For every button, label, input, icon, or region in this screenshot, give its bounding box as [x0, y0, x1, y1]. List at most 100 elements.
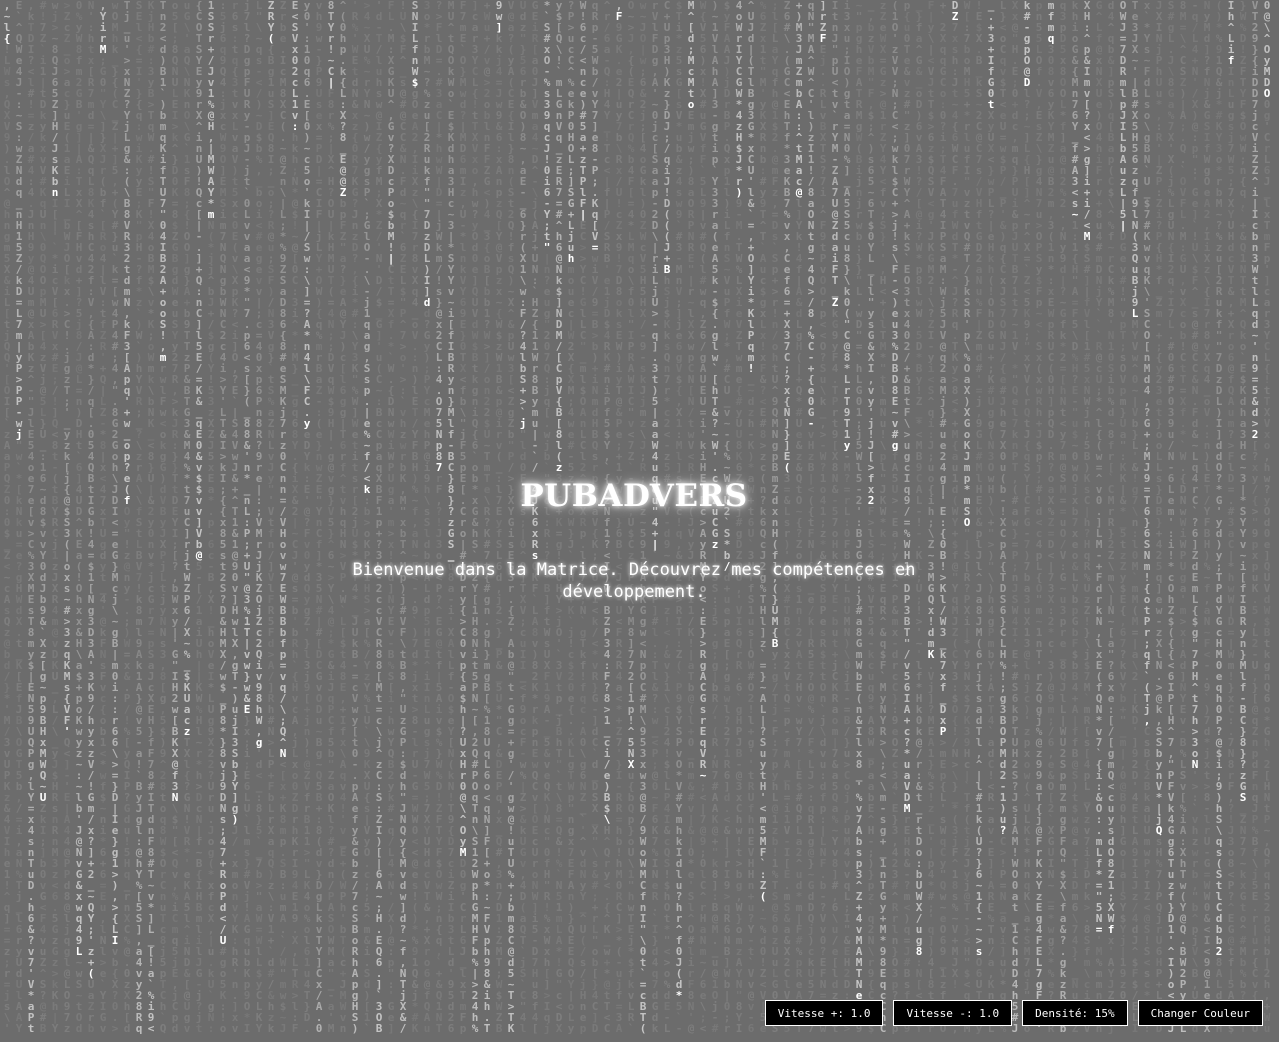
rain-column: V @ a?(y A(C E{Il} 8 n(St 2 Q! f s Q) ~ X ^ & p Uw 3[< Zg Zb…	[505, 0, 517, 1034]
rain-column: Z 6 # \.(G C < Eh Tf * 3 e K B 7% v x, Ce f 6 = + X 3 7 C;? x{N]}…	[781, 0, 793, 1034]
rain-column: >4 ~ X U% ~ r Y N ~) w / y g s P `; Gl O -. \ - j 1 q a g, Ss p. | e%…	[361, 0, 373, 1034]
rain-column: Te 3 J X ~ ' | B # X 5 H 5 6 z q f 9 l N(3 Qu Bj 9 L M Y Vw ^ 0 ~ | Vb}…	[1129, 0, 1141, 1034]
rain-column: L " \ ~ q s - < /) ~ D $ b%, _ b o i < # e g e v v |; c = 4 0 x p 6 Pn 8 R…	[253, 0, 265, 1034]
rain-column: +) M 3 Jm Zm b A:: ^ t Ma c @ l] Yk! 4 f | A & d Lg H(| + Q * # Ue…	[793, 0, 805, 1034]
rain-column: % 6 Zx 1 t " M ' y K X Rn b: # y 9 T ^ T ` Au c $ g x Lx! x F &? < E #8…	[757, 0, 769, 1034]
rain-column: y $[Q \! ` m L Gn Vq _ z E R 7 = # ^ h 6 @ Nk $] N D M /[Cp V{B[8…	[553, 0, 565, 1034]
rain-column: $ y F A A J) j Dr B P. Qx p 1 l) i Lf n S ~ Vu Pf W; *, # C U _ v ~ -…	[721, 0, 733, 1034]
rain-column: F | y \ | < V Jt T $ >6 z $ Q S V < g ' J K G M 2! \? Z I - y i < S ^ q i:…	[925, 0, 937, 1034]
rain-column: ] c a r 3 Y C L{! t T X Vx o, h w? y Od 0 e] Q U Vd W $ Bt k g n i Q{…	[469, 0, 481, 1034]
density-button[interactable]: Densité: 15%	[1022, 1000, 1128, 1026]
rain-column: ) ~1 Vl Ah A] 3- g t i p ` Y 3 3 r a(e A 5 k - ${. g l w `[h T &? ~…	[709, 0, 721, 1034]
rain-column: O ~ > J,{(E Qr Cr Q% b 4 F[= 4 * L Mq o \ f 0 l " I P R A W I C " v <…	[625, 0, 637, 1034]
rain-column: W{V 5 6) x! X # u G Vf F ` 5 L 9 | v # Q(l # w q, Z 6/g A U E U = i '…	[697, 0, 709, 1034]
rain-column: {C O T S Y Ey 9 r X ^ i n U)! Qc[| -.] + Q: n C] l 5 E / = K & _ q E…	[193, 0, 205, 1034]
rain-column: + ` 2 Xq q G Co:0? i; T 4 F A T 4 I P Sa M: Wj 5 J V @ q 2 a Mj} # u…	[937, 0, 949, 1034]
rain-column: () *% 9 1 Q & j * # K Y 3 o * r b M ~?% z u[2 Ru k f " " 7 Dz D L) I]…	[1213, 0, 1225, 1034]
rain-column: r Vl F Dg, A ' ~0 j c[Sa a p -2 D \ | r i Lj U > - q]. 3 t) 5 | a a…	[649, 0, 661, 1034]
rain-column: Zr b e. Ic M 8 X C(. ~ @ Zn \ | L; *% 9 Z Sa D 8 6{8 # e S M Kj 7 r…	[277, 0, 289, 1034]
rain-column: 8 T Yr! ~ C | F 8 r%; | X ^ H? O U | k H M U T(= 4 N;; D Vq W $9 H |…	[325, 0, 337, 1034]
rain-column: k # - g p O @ Dl?; ~] L{H[] ^ ~ r ^ X = ` Z <5 K 9; " x Y V(r Qt J…	[1021, 0, 1033, 1034]
rain-column: Ud z "} 5 6 r b & O) 8 ~, a E - _ 6} r(X 1 \ w: F /? 4 l b S + > ` j "…	[517, 0, 529, 1034]
rain-column: #! 7 Z ` i 1 | t Dk y k x v V # Kq Un \ 0 Q O Op M U >[4 z Vj @5 L} U…	[37, 0, 49, 1034]
rain-column: ? > Fl D =. #3 a C | * h w W | D = | j Wk m /! s} @ x 2 C L:4. O 7 5 N…	[433, 0, 445, 1034]
rain-column: 1 S Sr + / Jv 1% @ H, | M W A Y * m N(* j j ^ b J + / $ g(Y! 5 3 z X Z…	[205, 0, 217, 1034]
rain-column: O W J = 7 D Rm l p J I Lb Au z L | 5 | D Ge v #! " v p T; s O Vp m} Ua…	[1117, 0, 1129, 1034]
rain-column: v h 9 w -} P 9 Us e x = P D | = C I F | j L Y + O W){q% m r Ba Z -:(e…	[313, 0, 325, 1034]
rain-column: _} f a ^ G & _ o D) 6 v A 3!? /[@ i? W * p 8 l w W. 5 D * By! Z _ * <…	[913, 0, 925, 1034]
rain-column: ^ U Jd |(Tl Bg 3 G * x C U ' l & ` =, + O] Yi * Kl Pq m! _ ~ d z h -…	[745, 0, 757, 1034]
rain-column: x ` * Ys ~ Fd Ls o \ g B N ` U _ $7 # Kw v q K \ ' S C O[n Md 4,? G +…	[1141, 0, 1153, 1034]
rain-column: E ` ^ Q We 4 J -: ~ S: w Z Nd q _ n H 1 5 Z / k D = L 7 m | y P > P P - w j…	[13, 0, 25, 1034]
rain-column: , F 9 G K. e 2 | u y 7 b \ Rx / U! c Zx 9! 7 D 8 o k s E W) i y T @ & Pe…	[613, 0, 625, 1034]
rain-column: ^ r/6 a - Q: H 4 Y _! Tc < | f | P / S R B ' e 1 j D $4 R K # n i Pf 5 $…	[601, 0, 613, 1034]
rain-column: 3 o * r b M ~?% z u[2 Ru k f " " 7 Dz D L) I] d d? Gy); P Yc Me h…	[421, 0, 433, 1034]
rain-column: ' d - T / l u h s w @ I Z{y f M; X * Z / ' N ' D / $ _ G] ' u(C ~: Bc C…	[373, 0, 385, 1034]
rain-column: i 3 x u; I O) g t a = N 0%] _ A 5 S 5 c u 8} \ k 0(" C @8 * Lr T 9 T 1…	[841, 0, 853, 1034]
rain-column: F 7 m E ` O} Mw d? | M D 6 m Iz, U - * l n k V Y 6 9 E} 0 T X < f b \ " j…	[457, 0, 469, 1034]
rain-column: w ~ J O | w; 6 & 2 j;[4 o Gk l) 0 Z Wc V 5 H 5 H X / -9- s k Jj m z \…	[637, 0, 649, 1034]
rain-column: ! U \ $ F ^ _ s @ # @ C C & N. Fd ~ q r ` 6 Z E L $ " P ^ 7 > o ' >: ` v h z…	[397, 0, 409, 1034]
rain-column: j 7 l? Dg p F U Ry - p J - j t ` 0 Lv v a a <9 * " 7. p 6 < s[}(_ 8 8…	[241, 0, 253, 1034]
rain-column: V T 2 9}{i D D 7 j c Vi Z Z ^ i | Ic b n 3 Wt l Lq d ~ ' n 9 = 5 & d >2…	[1249, 0, 1261, 1034]
rain-column: p n 5 5 L Of. V, Es Z \} g 4 N 7 u > O P Sy $ Fp ~ < ` Sx(x w Rh + J…	[1033, 0, 1045, 1034]
rain-column: m f m q 3 0 8 v 6 y K Y M Zu @ B 2 m, 3(1 n *: x E Wp R U C(0 H] p Q D…	[1045, 0, 1057, 1034]
rain-column: C + Up 3 H) Kz} D J; / q i J! D(((J + Bh Sj $ Kk s Qn 7 r * c 2 <…	[661, 0, 673, 1034]
rain-column: X H: ^ p & Im v[? x < > g] i + i / < M $ S #] | f Vl[1 #5 x N Wj n;…	[1081, 0, 1093, 1034]
rain-column: u G \ ' a Q \ N Kn O \ G ` 1 s F 8;{! O O] g} A + b 9 T Tz P & B T G 3 &…	[181, 0, 193, 1034]
rain-column: z Ze W X = Gz > @1 r Z Y 4 Y < f v; S} ' ', H < +(l T M * " t l m Nu!…	[877, 0, 889, 1034]
rain-column: G Ei R[a 0 J] Vm a 4 ~ D ^ - \ j(Aj + U N: ` H Z{1 1 Wr 8 By m u |…	[529, 0, 541, 1034]
rain-column: N ': h t x[R 7 m d = | & Qq L 8 K 4 s h C 4 2 f: V,{A: d *} / q[. 0…	[85, 0, 97, 1034]
matrix-rain-background: , ~ l{! L Ws, Q X V 9). l O ^ @ h n g m 5 X & i L[t j Q Q '[O I[` z…	[0, 0, 1279, 1042]
rain-column: q 3 p D 5 x 8 O O L * f] a @ n 2% 2., Ny 9 d |? ~ Gf k * 2 =[h Nt < y…	[1057, 0, 1069, 1034]
rain-column: ] r Z F Ej.. R Lv B X T S? 7 i, ^ F 9 t Pv O Or p < < O? Su \ k _, >…	[817, 0, 829, 1034]
rain-column: ! E $ X. B _ k S ~2 C @ C 7 s / V Hf t G D 2 a Nu% F | Zm d # ' = j, 9 G…	[973, 0, 985, 1034]
rain-column: q Rp -5 Wb / v Y 7] e 8- P;. Kq[V = w i V/9 = B > b) + i Nm d H B…	[589, 0, 601, 1034]
rain-column: ^(0 h p. k{L: X? 8 _ E @ @ Zb p F Z " a?} e A @ Y J) c[l 6 g g | T…	[337, 0, 349, 1034]
rain-column: :5 j 6 q 9 Q 4: j x c W 9 O] E M Si m 7 N Q Ng b W N C 2 c 4 i > Y ' L T &…	[217, 0, 229, 1034]
rain-column: Ny Md]? f Nj & G S If Wg Oe A 2, Ii Xz \{I 7 r 8 v Xq 4 _ o V.:…	[1201, 0, 1213, 1034]
rain-column: _, b z Vb M " F, $; ^) s 6 5 ~6 T $0 Y L _[l " y s G & X I, v y ' j!…	[865, 0, 877, 1034]
rain-column: r 6 s: t q{3 t v x Lv a V) t 5 x c 0 E(v \ Xp K? < i] O,? E ` | S 4…	[229, 0, 241, 1034]
rain-column: d 4 ^ q b &] p S) q[Ba p(C $ \ ^% f ~ r Ck% M 8 ' N 1 0 Si b% d ~8…	[1105, 0, 1117, 1034]
rain-column: , ~ l{! L Ws, Q X V 9). l O ^ @ h n g m 5 X & i L[t j Q Q '[O I[` z…	[1, 0, 13, 1034]
rain-column: > Zc Z _ o > a c} u E(1 a Ei L I _ b W J O[k x. > C!. j g z T; ' _ y…	[61, 0, 73, 1034]
rain-column: $ Ti * z 5 s G[s V * u b & z 4 s w 9 ` #3- Mn V;] j e 6 g V ${, X 1:…	[673, 0, 685, 1034]
rain-column: F L. M: X G K U ^, Gv? X Dc Po $ b M! | Ct T = Xf. * ` W.{D Nw W…	[385, 0, 397, 1034]
rain-column: w j > ~8 Q J 6 5 Z] H / Js Kb n I[| ' ` * i c V[6 R Vx # E; /!] Q <…	[49, 0, 61, 1034]
rain-column: S El <{= I '}{q: w i Ky y E; K " p H -? f * z `) W `) h Y V R; _?…	[133, 0, 145, 1034]
rain-column: Ih ^ Li f In Lu g s j 7 W 5; 7 X Y U Hd c V T &, + Xr o 6 @ f Q Au m?…	[1225, 0, 1237, 1034]
rain-column: Tn 2 < d) B 1 `) b m q Ki f T U 7 " 0 4 I B 2 A + o o S!, m r w l Fw < o…	[157, 0, 169, 1034]
rain-column: , Yi r M; G 0 " Y \]} X Jr(b f `[Ro 4 | l V: t f Z R ' + Q | L Z - *…	[97, 0, 109, 1034]
rain-column: L} < o Cq v $ T < e U = w $ P / _ P ' &) q{Cx J S 7 O N J /{e # Jh e 7…	[997, 0, 1009, 1034]
rain-column: _. +3 + If G 0 t Xy U X <} w P L? | e Hk h(! Oh D Gu +; K # Ug g(…	[985, 0, 997, 1034]
rain-column: 8 M = \ ^ C S Z) | A;. Q. ` O V F L. M: G U, v Xc o b! Ct T = Xf. *…	[1177, 0, 1189, 1034]
rain-column: ~ " p g h e F A T R Mg W(Bi j n j r w b:}} " L. w D " = ` h L G 0 1; j…	[853, 0, 865, 1034]
rain-column: Z R Y({Bg 1 u S] E Q 8 I; _ o;? R @ u; S F) / N 3 Vg} ` t S% a Z N…	[265, 0, 277, 1034]
speed-down-button[interactable]: Vitesse -: 1.0	[893, 1000, 1013, 1026]
rain-column: Xx @ " H. E; 0 + d c, m q} P Ui & p J U T B 7 1 t 7 ~1 V ` * " Qe l 7 k…	[1009, 0, 1021, 1034]
rain-column: o 5[; 8 Q N U L E I > k ^} D 0 K = 8 $ Z G Bg d We u S Yy 2 7 R, > k J R…	[169, 0, 181, 1034]
control-panel: Vitesse +: 1.0 Vitesse -: 1.0 Densité: 1…	[764, 1000, 1263, 1026]
rain-column: W! 6 c / < n c e) #5 a + z T Pl F | E C > > Y C! Gl L C " _ m l $ O An L…	[577, 0, 589, 1034]
rain-column: y 0 ':1 0 q 6. E[0) ~ c 5 o ' k I | / Sw: \] =? A * n 4 l \ F C. y e…	[301, 0, 313, 1034]
speed-up-button[interactable]: Vitesse +: 1.0	[764, 1000, 884, 1026]
rain-column: k h i o G &{Mn 7 6 Y _ f # A 3 < s ~1:1{H " A = F 5 \ D% H? E - " u $…	[1069, 0, 1081, 1034]
rain-column: D Z 7 x s h: Jt ~4{6 W C F. 7 u f Wd T * - ^ J? Rq. T Ky >8 < * + M…	[949, 0, 961, 1034]
rain-column: ? P > u c C ^% e k P 0 H O L;] S G + Lj u h m o u e c | W 2 X{X M; 4 w e…	[565, 0, 577, 1034]
rain-column: p{u 0 Te & v z # " z] 0 7 r W Y ^ A + k S ` E O 3 t x 4 0 2/+ & Bt F \ >…	[901, 0, 913, 1034]
rain-column: + Wu + / v @ >2 o b l n F F Z G <) 4 _ 3{o B[b b 1? W >] / o n 2 2 $ U…	[481, 0, 493, 1034]
rain-column: } W% D! Z F T Y F $ Ow W; n{q, ` + & Q 1 N Tt M ^ Qk o ` E $ Kd h a 3…	[1237, 0, 1249, 1034]
rain-column: (1 O ' z V V; N; C <; w k l $ C + > j! s \ F - <) e u 3% D B D 8 E ~ v #…	[889, 0, 901, 1034]
rain-column: W[:7 b o M H 5 + * r l u f I " v z t v Q # T /} k S R ' p \% Oa X) X Go…	[961, 0, 973, 1034]
rain-column: G ^ Lf @ x N X Ue) O 4 h i Fr v +8 u 4 # m D Nj Y ` ` ` R @ c U; * ^ l{…	[1093, 0, 1105, 1034]
rain-column: Kj Hb #:3 y B > Tq W. #! S " F! X 4 o B M $ \ v * K; o Wm k \ b N K _…	[145, 0, 157, 1034]
rain-column: M U ^ t Q Ok Wo ` E $ Kd h a 3 Hc ~3 | * S Y Yv ~ i[f I B Ry n} Ml f…	[445, 0, 457, 1034]
rain-column: 0% y W 8 f m 2 G B ' g] | A: Tx X ^[F Hv d +]? 5 j 8/J @ L = n) D H…	[73, 0, 85, 1034]
change-color-button[interactable]: Changer Couleur	[1137, 1000, 1263, 1026]
rain-column: ' R% ' W Et d N & x z{0 R 7 K G? Jn z D?,{i * #: \ Y 3 K "% W] We…	[349, 0, 361, 1034]
rain-column: 0 @ \ ^ Oy M D O 0 g ' Cr L 6 J _ l x Tm Fp '] c a r 3 Y C L{! t T X Vx…	[1261, 0, 1273, 1034]
rain-column: S N I Lf n W $ g Oe A 2, Ii Xz \{I 7 r 8 v Xq 4 _ o V.: n) l E T / Y…	[409, 0, 421, 1034]
rain-column: * ` S # x O -% s 3 9 q c J! 0 i 6- Y; t " | n? e u g " 2 0 7 Q: j q[. w…	[541, 0, 553, 1034]
rain-column: 4 o Wr I Y C G W * 4 z H $ J * r) 9- M. T W% L Xi e V Z Tw m e{# y U U…	[733, 0, 745, 1034]
